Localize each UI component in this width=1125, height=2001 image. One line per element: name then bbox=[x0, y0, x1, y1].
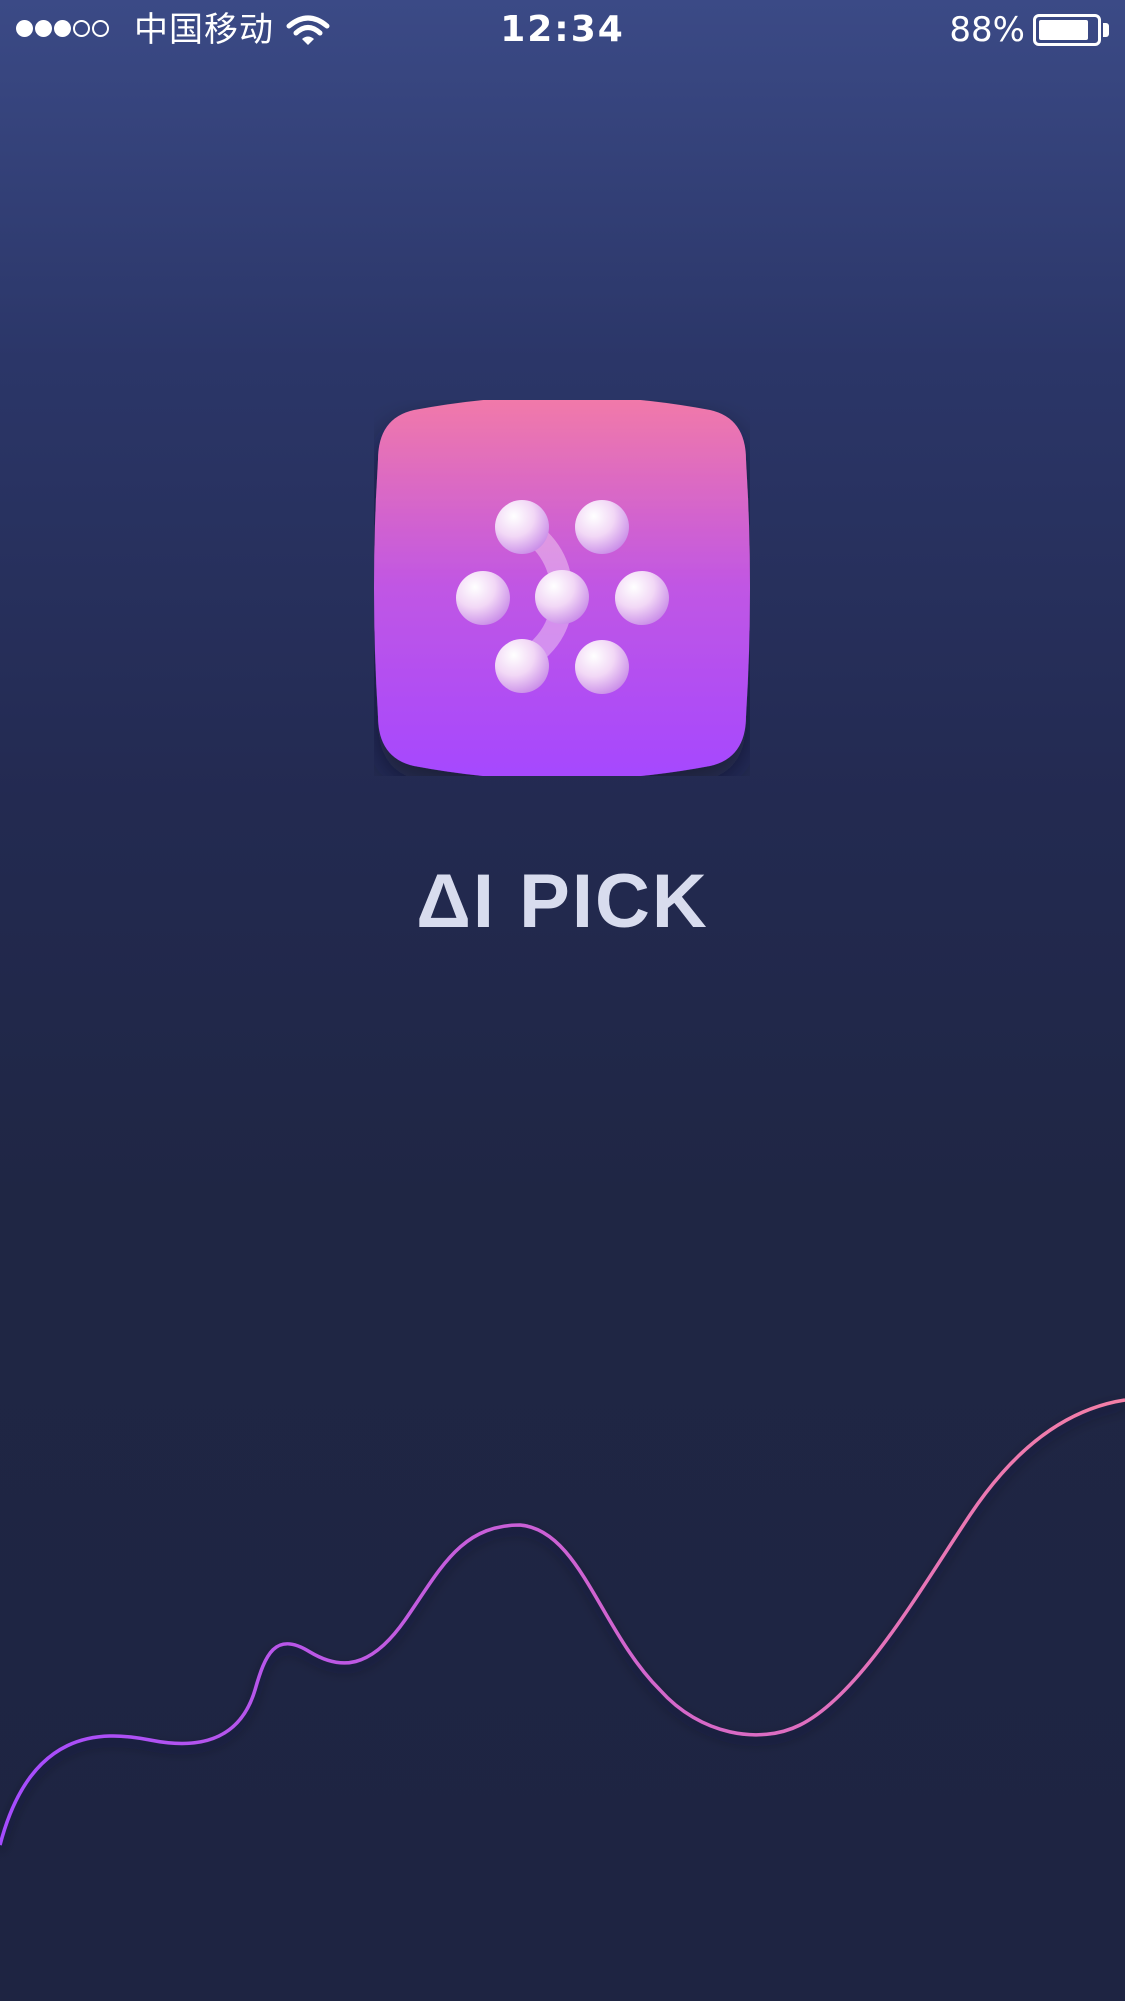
battery-percentage: 88% bbox=[949, 10, 1025, 50]
battery-icon bbox=[1033, 14, 1101, 46]
decorative-wave bbox=[0, 1398, 1125, 1846]
app-logo-icon bbox=[374, 400, 750, 776]
status-bar: 中国移动 12:34 88% bbox=[0, 0, 1125, 60]
battery-cap bbox=[1103, 23, 1109, 37]
app-title: ΔI PICK bbox=[416, 859, 709, 944]
battery-level bbox=[1039, 20, 1089, 40]
